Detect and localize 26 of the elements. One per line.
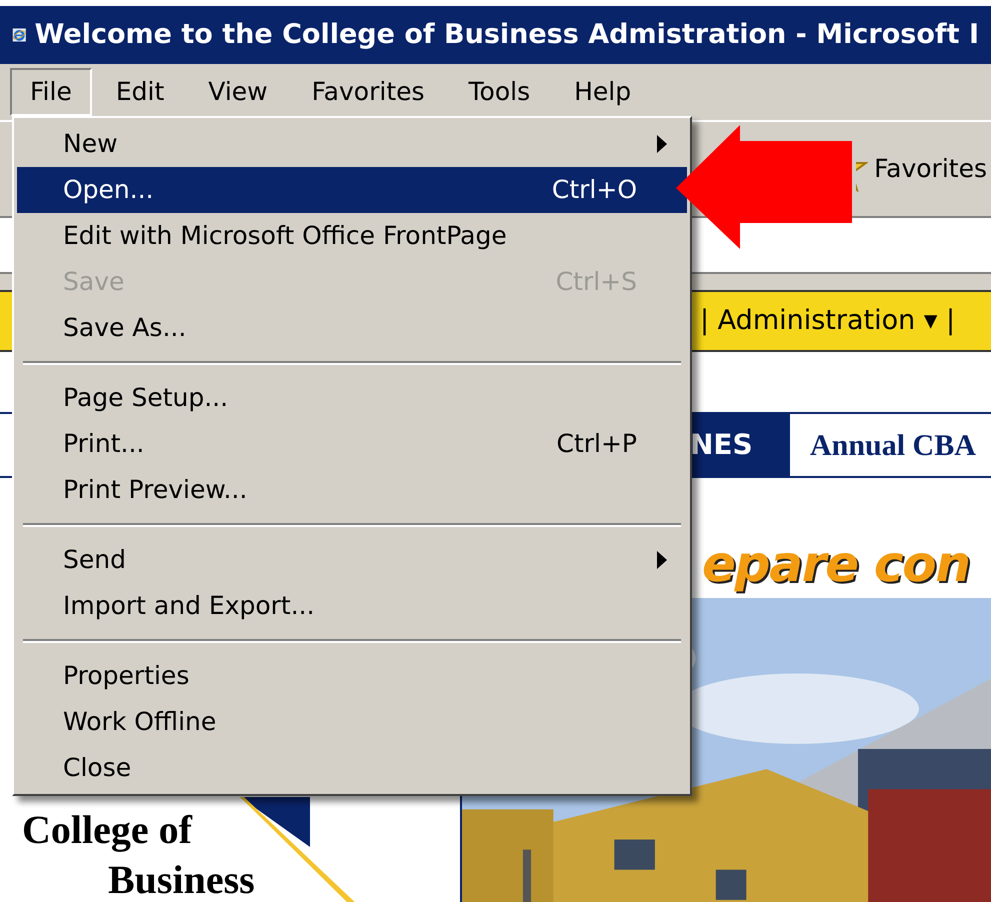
menu-item[interactable]: Close [17, 745, 687, 791]
menu-item[interactable]: New [17, 121, 687, 167]
menu-item[interactable]: Work Offline [17, 699, 687, 745]
logo-text: Business [107, 856, 256, 902]
banner-tab[interactable]: NES [690, 414, 790, 476]
menu-bar-item[interactable]: File [10, 68, 92, 116]
menu-bar-item[interactable]: Edit [96, 68, 184, 116]
menu-item[interactable]: Properties [17, 653, 687, 699]
menu-item[interactable]: Import and Export... [17, 583, 687, 629]
nav-link[interactable]: | Administration ▾ | [700, 300, 956, 342]
menu-bar-item[interactable]: View [188, 68, 288, 116]
headline: epare con [702, 534, 970, 594]
arrow-icon [676, 125, 854, 249]
window-title: Welcome to the College of Business Admistration - Microsoft I [34, 18, 979, 52]
menu-item[interactable]: Open... Ctrl+O [17, 167, 687, 213]
menu-bar-item[interactable]: Tools [448, 68, 550, 116]
logo-text: College of [22, 806, 194, 854]
banner-title: Annual CBA [809, 428, 977, 464]
menu-item[interactable]: Send [17, 537, 687, 583]
menu-item[interactable]: Print... Ctrl+P [17, 421, 687, 467]
menu-item[interactable]: Page Setup... [17, 375, 687, 421]
menu-bar-item[interactable]: Favorites [292, 68, 445, 116]
menu-bar-item[interactable]: Help [554, 68, 652, 116]
menu-item[interactable]: Save As... [17, 305, 687, 351]
menu-item[interactable]: Edit with Microsoft Office FrontPage [17, 213, 687, 259]
menu-item[interactable]: Print Preview... [17, 467, 687, 513]
